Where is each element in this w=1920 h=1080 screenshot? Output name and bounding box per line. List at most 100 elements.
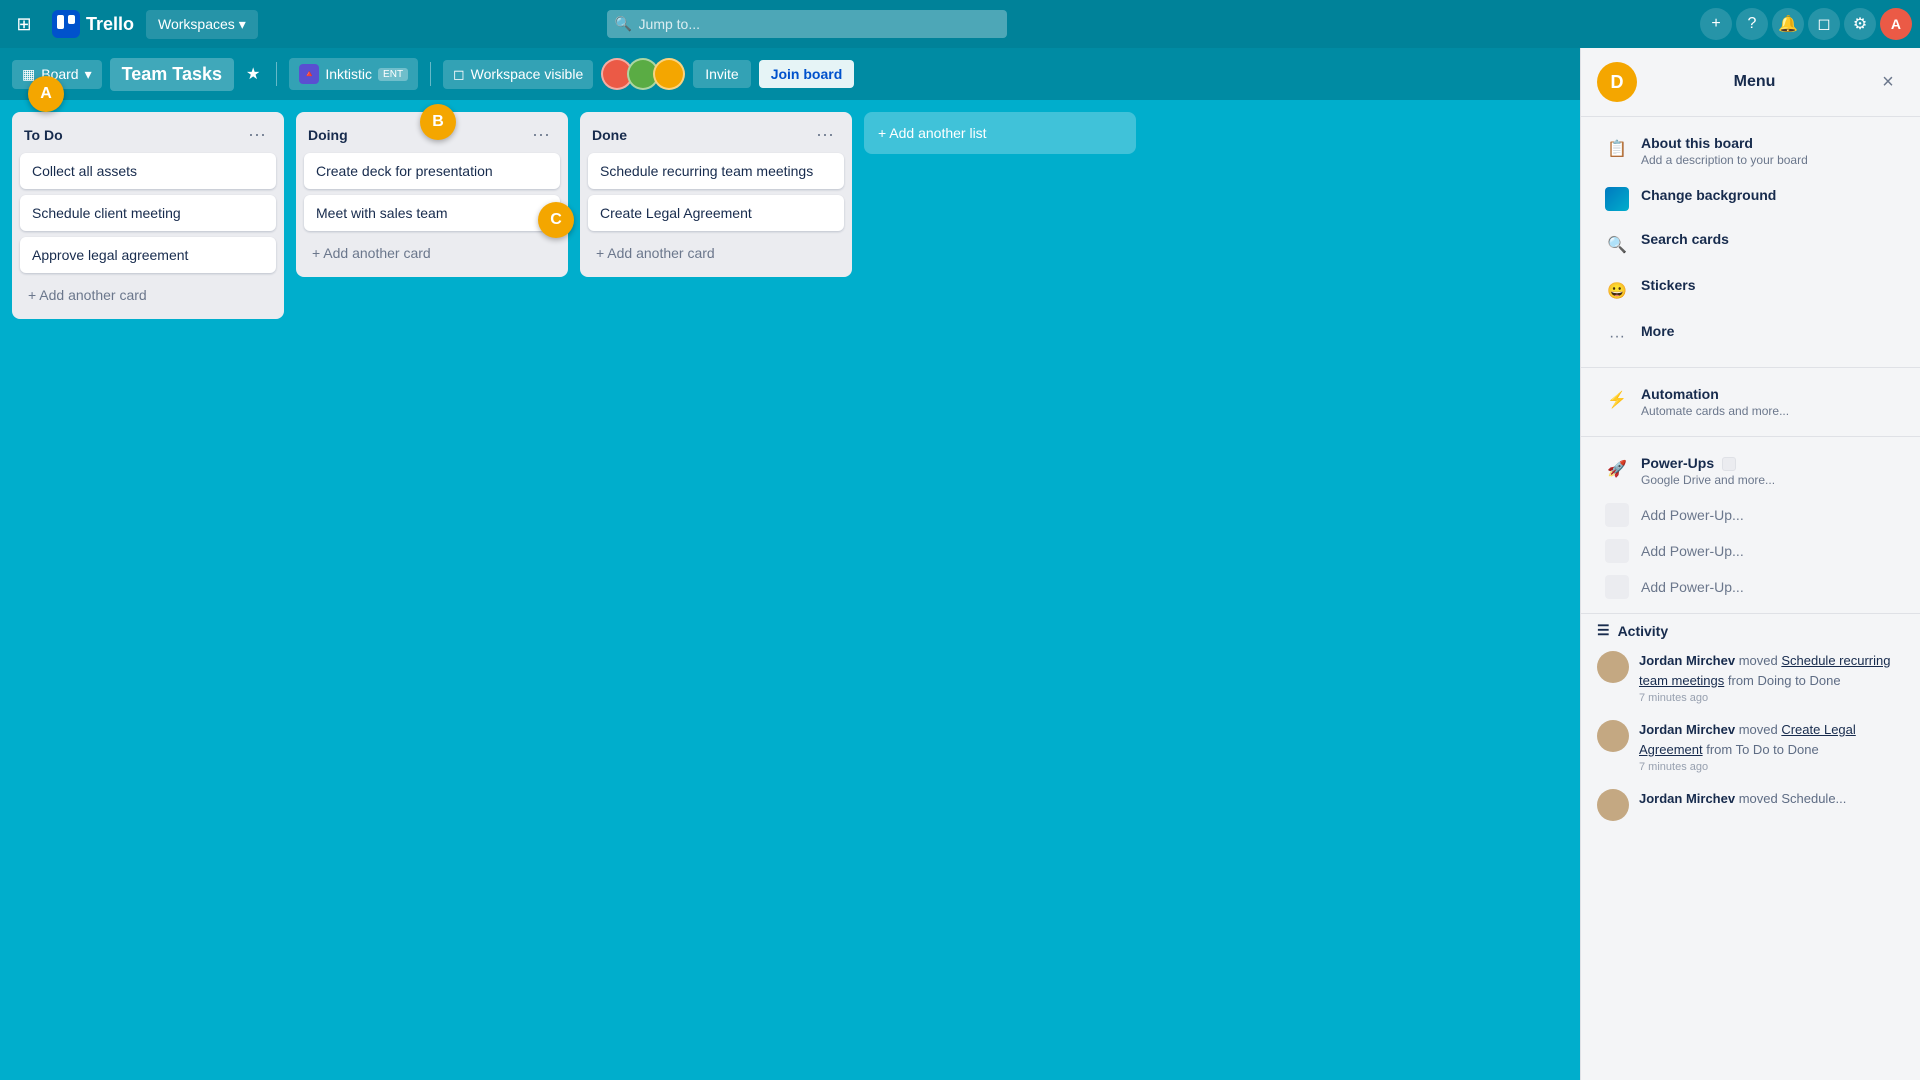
add-powerup-3[interactable]: Add Power-Up... bbox=[1589, 569, 1912, 605]
add-powerup-label-3: Add Power-Up... bbox=[1641, 579, 1744, 595]
trello-logo-text: Trello bbox=[86, 14, 134, 35]
more-title: More bbox=[1641, 323, 1896, 339]
info-button[interactable]: ? bbox=[1736, 8, 1768, 40]
activity-icon: ☰ bbox=[1597, 622, 1610, 639]
trello-logo-icon bbox=[52, 10, 80, 38]
menu-item-about[interactable]: 📋 About this board Add a description to … bbox=[1589, 125, 1912, 177]
stickers-icon: 😀 bbox=[1605, 279, 1629, 303]
automation-icon: ⚡ bbox=[1605, 388, 1629, 412]
more-icon: ··· bbox=[1605, 325, 1629, 349]
activity-text-2: Jordan Mirchev moved Create Legal Agreem… bbox=[1639, 720, 1904, 759]
list-doing-menu-button[interactable]: ··· bbox=[526, 122, 556, 147]
powerup-placeholder-icon bbox=[1605, 503, 1629, 527]
menu-powerups-section: 🚀 Power-Ups Google Drive and more... Add… bbox=[1581, 437, 1920, 614]
join-board-button[interactable]: Join board bbox=[759, 60, 855, 88]
card-create-deck[interactable]: Create deck for presentation ✎ bbox=[304, 153, 560, 189]
list-done: Done ··· Schedule recurring team meeting… bbox=[580, 112, 852, 277]
search-cards-title: Search cards bbox=[1641, 231, 1896, 247]
activity-item-2: Jordan Mirchev moved Create Legal Agreem… bbox=[1597, 720, 1904, 773]
annotation-b: B bbox=[420, 104, 456, 140]
annotation-a: A bbox=[28, 76, 64, 112]
activity-item-1: Jordan Mirchev moved Schedule recurring … bbox=[1597, 651, 1904, 704]
add-powerup-label-2: Add Power-Up... bbox=[1641, 543, 1744, 559]
activity-avatar-3 bbox=[1597, 789, 1629, 821]
user-avatar[interactable]: A bbox=[1880, 8, 1912, 40]
trello-logo[interactable]: Trello bbox=[44, 6, 142, 42]
chevron-down-icon: ▾ bbox=[85, 66, 92, 83]
add-card-button-todo[interactable]: + Add another card bbox=[16, 279, 284, 311]
list-doing-cards: Create deck for presentation ✎ Meet with… bbox=[296, 153, 568, 231]
search-input[interactable] bbox=[607, 10, 1007, 38]
card-schedule-recurring[interactable]: Schedule recurring team meetings ✎ bbox=[588, 153, 844, 189]
list-done-menu-button[interactable]: ··· bbox=[810, 122, 840, 147]
menu-item-stickers[interactable]: 😀 Stickers bbox=[1589, 267, 1912, 313]
card-approve-legal-agreement[interactable]: Approve legal agreement ✎ bbox=[20, 237, 276, 273]
menu-main-section: 📋 About this board Add a description to … bbox=[1581, 117, 1920, 368]
activity-avatar-1 bbox=[1597, 651, 1629, 683]
menu-panel: D Menu × 📋 About this board Add a descri… bbox=[1580, 48, 1920, 1080]
change-background-icon bbox=[1605, 187, 1629, 211]
activity-text-1: Jordan Mirchev moved Schedule recurring … bbox=[1639, 651, 1904, 690]
activity-time-2: 7 minutes ago bbox=[1639, 761, 1904, 773]
star-button[interactable]: ★ bbox=[242, 60, 264, 88]
activity-item-3: Jordan Mirchev moved Schedule... bbox=[1597, 789, 1904, 821]
add-card-button-doing[interactable]: + Add another card bbox=[300, 237, 568, 269]
visibility-button[interactable]: ◻ Workspace visible bbox=[443, 60, 593, 89]
settings-button[interactable]: ⚙ bbox=[1844, 8, 1876, 40]
annotation-c: C bbox=[538, 202, 574, 238]
divider bbox=[276, 62, 277, 86]
add-card-button-done[interactable]: + Add another card bbox=[584, 237, 852, 269]
add-powerup-2[interactable]: Add Power-Up... bbox=[1589, 533, 1912, 569]
card-collect-all-assets[interactable]: Collect all assets ✎ bbox=[20, 153, 276, 189]
top-navigation: ⊞ Trello Workspaces ▾ 🔍 + ? 🔔 ◻ ⚙ A bbox=[0, 0, 1920, 48]
activity-section: ☰ Activity Jordan Mirchev moved Schedule… bbox=[1581, 614, 1920, 845]
activity-avatar-2 bbox=[1597, 720, 1629, 752]
menu-item-change-bg[interactable]: Change background bbox=[1589, 177, 1912, 221]
list-todo-menu-button[interactable]: ··· bbox=[242, 122, 272, 147]
list-todo-header: To Do ··· bbox=[12, 112, 284, 153]
invite-button[interactable]: Invite bbox=[693, 60, 750, 88]
atlassian-button[interactable]: ◻ bbox=[1808, 8, 1840, 40]
workspace-badge: ENT bbox=[378, 68, 408, 81]
create-button[interactable]: + bbox=[1700, 8, 1732, 40]
lock-icon: ◻ bbox=[453, 66, 465, 83]
powerups-subtitle: Google Drive and more... bbox=[1641, 473, 1896, 487]
board-title-button[interactable]: Team Tasks bbox=[110, 58, 234, 91]
add-powerup-1[interactable]: Add Power-Up... bbox=[1589, 497, 1912, 533]
card-schedule-client-meeting[interactable]: Schedule client meeting ✎ bbox=[20, 195, 276, 231]
card-create-legal-agreement[interactable]: Create Legal Agreement ✎ bbox=[588, 195, 844, 231]
activity-text-3: Jordan Mirchev moved Schedule... bbox=[1639, 789, 1846, 809]
search-bar: 🔍 bbox=[607, 10, 1007, 38]
list-done-title: Done bbox=[592, 127, 627, 143]
workspace-tag-button[interactable]: 🔺 Inktistic ENT bbox=[289, 58, 418, 90]
list-todo-title: To Do bbox=[24, 127, 63, 143]
menu-close-button[interactable]: × bbox=[1872, 66, 1904, 98]
list-doing-title: Doing bbox=[308, 127, 348, 143]
activity-time-1: 7 minutes ago bbox=[1639, 692, 1904, 704]
powerups-title: Power-Ups bbox=[1641, 455, 1896, 471]
powerup-placeholder-icon-3 bbox=[1605, 575, 1629, 599]
activity-title: ☰ Activity bbox=[1597, 622, 1904, 639]
stickers-title: Stickers bbox=[1641, 277, 1896, 293]
add-powerup-label-1: Add Power-Up... bbox=[1641, 507, 1744, 523]
menu-item-search-cards[interactable]: 🔍 Search cards bbox=[1589, 221, 1912, 267]
menu-item-powerups[interactable]: 🚀 Power-Ups Google Drive and more... bbox=[1589, 445, 1912, 497]
workspace-icon: 🔺 bbox=[299, 64, 319, 84]
list-done-cards: Schedule recurring team meetings ✎ Creat… bbox=[580, 153, 852, 231]
chevron-down-icon: ▾ bbox=[239, 16, 246, 33]
automation-subtitle: Automate cards and more... bbox=[1641, 404, 1896, 418]
menu-item-more[interactable]: ··· More bbox=[1589, 313, 1912, 359]
member-avatar-3[interactable] bbox=[653, 58, 685, 90]
notifications-button[interactable]: 🔔 bbox=[1772, 8, 1804, 40]
menu-header: D Menu × bbox=[1581, 48, 1920, 117]
workspaces-button[interactable]: Workspaces ▾ bbox=[146, 10, 258, 39]
add-list-button[interactable]: + Add another list bbox=[864, 112, 1136, 154]
nav-right-actions: + ? 🔔 ◻ ⚙ A bbox=[1700, 8, 1912, 40]
search-icon: 🔍 bbox=[615, 16, 632, 33]
card-meet-sales-team[interactable]: Meet with sales team ✎ bbox=[304, 195, 560, 231]
menu-user-avatar[interactable]: D bbox=[1597, 62, 1637, 102]
grid-menu-icon[interactable]: ⊞ bbox=[8, 8, 40, 40]
powerup-placeholder-icon-2 bbox=[1605, 539, 1629, 563]
menu-item-automation[interactable]: ⚡ Automation Automate cards and more... bbox=[1589, 376, 1912, 428]
book-icon: 📋 bbox=[1605, 137, 1629, 161]
